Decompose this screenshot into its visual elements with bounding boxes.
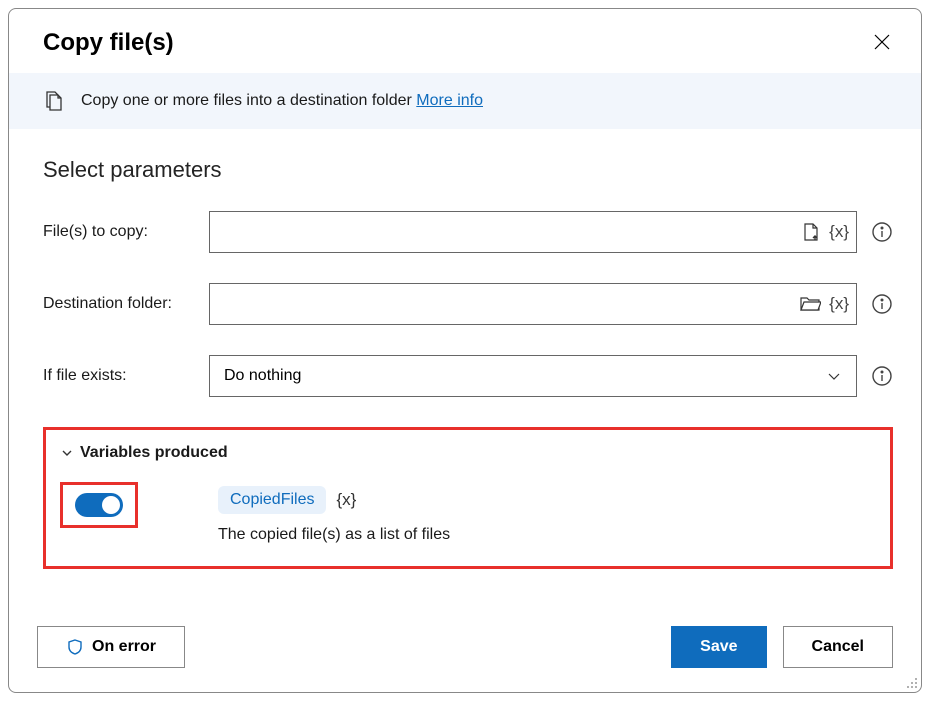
banner-text-wrap: Copy one or more files into a destinatio… (81, 92, 483, 110)
copy-files-icon (43, 89, 67, 113)
dialog-footer: On error Save Cancel (9, 626, 921, 692)
variable-name-pill[interactable]: CopiedFiles (218, 486, 326, 514)
variable-picker-icon[interactable]: {x} (829, 294, 849, 314)
on-error-button[interactable]: On error (37, 626, 185, 668)
footer-right: Save Cancel (671, 626, 893, 668)
variable-toggle[interactable] (75, 493, 123, 517)
files-to-copy-input-wrap: {x} (209, 211, 857, 253)
dialog-header: Copy file(s) (9, 9, 921, 73)
toggle-highlight (60, 482, 138, 528)
variables-produced-highlight: Variables produced CopiedFiles {x} The c… (43, 427, 893, 569)
variable-picker-icon[interactable]: {x} (829, 222, 849, 242)
destination-folder-icons: {x} (799, 294, 849, 314)
chevron-down-icon (60, 446, 74, 460)
destination-folder-input[interactable] (209, 283, 857, 325)
destination-folder-input-wrap: {x} (209, 283, 857, 325)
variable-name-line: CopiedFiles {x} (218, 486, 450, 514)
copy-files-dialog: Copy file(s) Copy one or more files into… (8, 8, 922, 693)
if-file-exists-value: Do nothing (224, 367, 301, 385)
chevron-down-icon (826, 368, 842, 384)
variables-produced-label: Variables produced (80, 444, 228, 462)
dialog-content: Select parameters File(s) to copy: {x} D… (9, 129, 921, 608)
save-label: Save (700, 638, 737, 656)
variable-description: The copied file(s) as a list of files (218, 526, 450, 544)
destination-folder-label: Destination folder: (43, 295, 209, 313)
section-heading: Select parameters (43, 157, 893, 183)
info-icon[interactable] (871, 221, 893, 243)
banner-text: Copy one or more files into a destinatio… (81, 92, 416, 109)
info-banner: Copy one or more files into a destinatio… (9, 73, 921, 129)
info-icon[interactable] (871, 365, 893, 387)
if-file-exists-label: If file exists: (43, 367, 209, 385)
files-to-copy-row: File(s) to copy: {x} (43, 211, 893, 253)
info-icon[interactable] (871, 293, 893, 315)
files-to-copy-input[interactable] (209, 211, 857, 253)
if-file-exists-select-wrap: Do nothing (209, 355, 857, 397)
variables-produced-body: CopiedFiles {x} The copied file(s) as a … (60, 482, 870, 544)
cancel-label: Cancel (812, 638, 864, 656)
if-file-exists-row: If file exists: Do nothing (43, 355, 893, 397)
close-icon (873, 33, 891, 51)
on-error-label: On error (92, 638, 156, 656)
dialog-title: Copy file(s) (43, 29, 174, 57)
save-button[interactable]: Save (671, 626, 766, 668)
close-button[interactable] (873, 33, 893, 53)
variable-expr: {x} (336, 490, 356, 510)
variable-info: CopiedFiles {x} The copied file(s) as a … (218, 482, 450, 544)
folder-picker-icon[interactable] (799, 294, 821, 314)
files-to-copy-label: File(s) to copy: (43, 223, 209, 241)
toggle-knob (102, 496, 120, 514)
file-picker-icon[interactable] (801, 222, 821, 242)
more-info-link[interactable]: More info (416, 92, 483, 109)
files-to-copy-icons: {x} (801, 222, 849, 242)
variables-produced-header[interactable]: Variables produced (60, 444, 870, 462)
resize-grip-icon[interactable] (905, 676, 919, 690)
if-file-exists-select[interactable]: Do nothing (209, 355, 857, 397)
cancel-button[interactable]: Cancel (783, 626, 893, 668)
shield-icon (66, 638, 84, 656)
destination-folder-row: Destination folder: {x} (43, 283, 893, 325)
